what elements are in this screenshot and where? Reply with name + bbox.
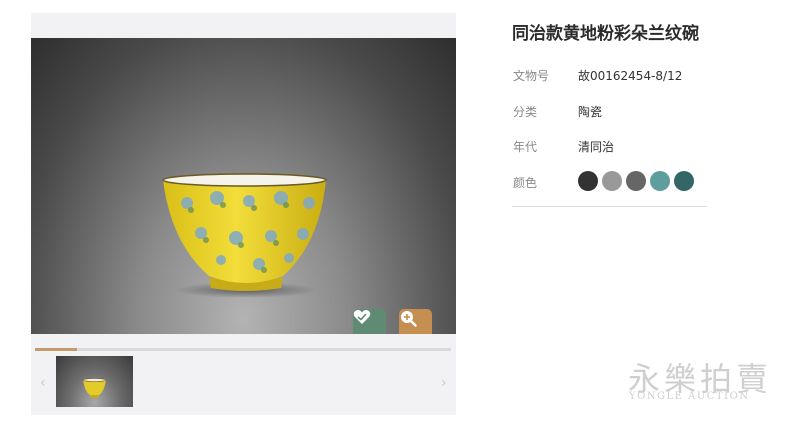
field-value-category: 陶瓷 (578, 105, 603, 119)
info-divider (512, 206, 707, 207)
artifact-title: 同治款黄地粉彩朵兰纹碗 (512, 24, 699, 44)
zoom-in-icon (401, 311, 417, 327)
artifact-photo[interactable] (31, 38, 456, 334)
field-label-color: 颜色 (513, 176, 538, 190)
bowl-illustration (162, 173, 327, 298)
gallery-progress-fill (35, 348, 77, 351)
thumbnail-bowl (82, 378, 107, 398)
color-swatch[interactable] (602, 171, 622, 191)
gallery-progress-bar (35, 348, 451, 351)
color-swatch[interactable] (578, 171, 598, 191)
field-value-catalog-number: 故00162454-8/12 (578, 69, 683, 83)
color-swatch[interactable] (650, 171, 670, 191)
heart-icon (353, 310, 371, 324)
field-label-category: 分类 (513, 105, 538, 119)
color-swatch[interactable] (674, 171, 694, 191)
thumbnail-next-arrow[interactable]: › (441, 375, 447, 391)
watermark-logo-english: YONGLE AUCTION (629, 391, 750, 402)
field-value-period: 清同治 (578, 140, 615, 154)
field-label-catalog-number: 文物号 (513, 69, 550, 83)
favorite-button[interactable] (353, 309, 386, 334)
zoom-button[interactable] (399, 309, 432, 334)
field-label-period: 年代 (513, 140, 538, 154)
image-gallery: ‹ › (31, 13, 456, 415)
thumbnail-prev-arrow[interactable]: ‹ (40, 375, 46, 391)
color-swatch[interactable] (626, 171, 646, 191)
thumbnail-item[interactable] (56, 356, 133, 407)
